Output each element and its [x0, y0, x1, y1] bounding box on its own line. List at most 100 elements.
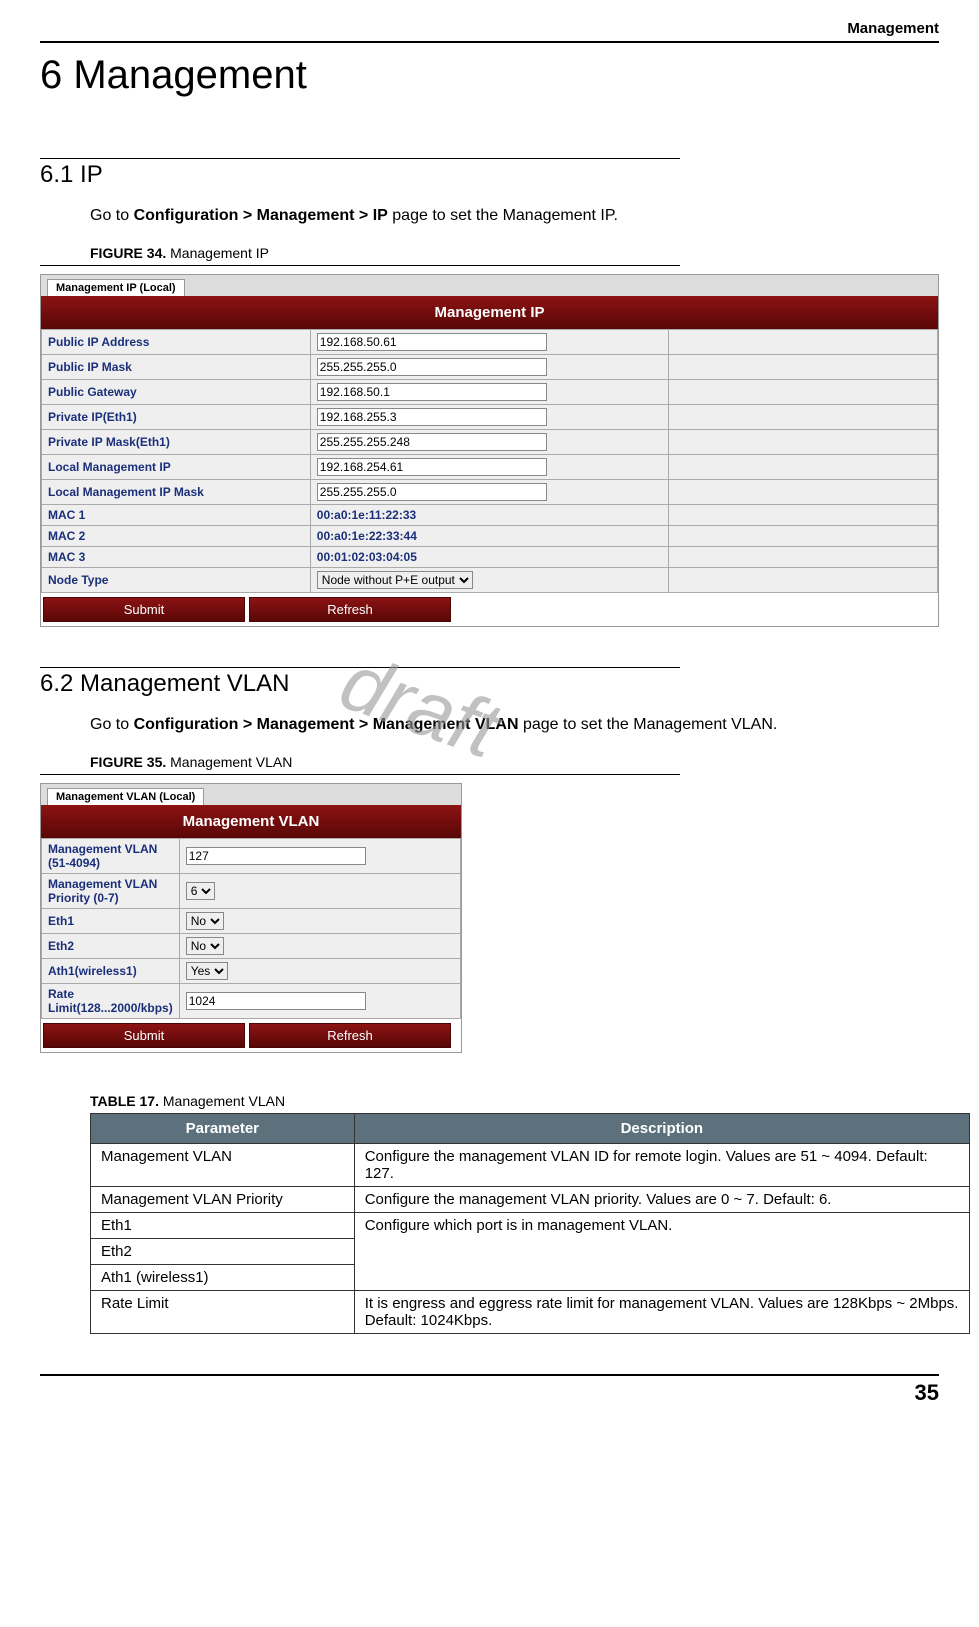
form-value-cell	[310, 430, 668, 455]
form-label: Rate Limit(128...2000/kbps)	[42, 984, 180, 1019]
figure-34-label: FIGURE 34. Management IP	[90, 245, 939, 261]
form-label: Management VLAN (51-4094)	[42, 839, 180, 874]
chapter-title: 6 Management	[40, 53, 939, 98]
readonly-value: 00:a0:1e:11:22:33	[317, 508, 416, 522]
form-label: Private IP Mask(Eth1)	[42, 430, 311, 455]
param-cell: Rate Limit	[91, 1291, 355, 1334]
table-row: Management VLANConfigure the management …	[91, 1144, 970, 1187]
form-value-cell: 00:01:02:03:04:05	[310, 547, 668, 568]
form-label: Private IP(Eth1)	[42, 405, 311, 430]
param-cell: Ath1 (wireless1)	[91, 1265, 355, 1291]
instr-bold: Configuration > Management > Management …	[134, 716, 519, 733]
section-vlan-instruction: Go to Configuration > Management > Manag…	[90, 716, 939, 734]
desc-cell: Configure the management VLAN priority. …	[354, 1187, 969, 1213]
refresh-button[interactable]: Refresh	[249, 597, 451, 622]
readonly-value: 00:01:02:03:04:05	[317, 550, 417, 564]
form-row: Rate Limit(128...2000/kbps)	[42, 984, 461, 1019]
desc-cell: Configure the management VLAN ID for rem…	[354, 1144, 969, 1187]
select-input[interactable]: No	[186, 937, 224, 955]
spacer-cell	[669, 526, 938, 547]
form-value-cell	[310, 355, 668, 380]
form-row: Local Management IP	[42, 455, 938, 480]
text-input[interactable]	[317, 433, 548, 451]
text-input[interactable]	[317, 458, 548, 476]
submit-button[interactable]: Submit	[43, 1023, 245, 1048]
form-row: Private IP Mask(Eth1)	[42, 430, 938, 455]
form-row: Local Management IP Mask	[42, 480, 938, 505]
button-row: SubmitRefresh	[41, 593, 938, 626]
text-input[interactable]	[317, 383, 548, 401]
text-input[interactable]	[317, 333, 548, 351]
form-table: Public IP AddressPublic IP MaskPublic Ga…	[41, 329, 938, 593]
running-header: Management	[40, 20, 939, 43]
form-row: Node Type Node without P+E output	[42, 568, 938, 593]
form-label: MAC 1	[42, 505, 311, 526]
form-row: MAC 3 00:01:02:03:04:05	[42, 547, 938, 568]
figure-35-strong: FIGURE 35.	[90, 754, 166, 770]
spacer-cell	[669, 455, 938, 480]
table-17: ParameterDescriptionManagement VLANConfi…	[90, 1113, 970, 1334]
figure-34-rest: Management IP	[166, 245, 269, 261]
form-row: Eth1 No	[42, 909, 461, 934]
form-label: Local Management IP Mask	[42, 480, 311, 505]
section-rule	[40, 667, 680, 668]
instr-pre: Go to	[90, 207, 134, 224]
text-input[interactable]	[186, 847, 366, 865]
form-value-cell: Node without P+E output	[310, 568, 668, 593]
select-input[interactable]: Yes	[186, 962, 228, 980]
instr-post: page to set the Management VLAN.	[519, 716, 778, 733]
form-label: MAC 3	[42, 547, 311, 568]
figure-34-strong: FIGURE 34.	[90, 245, 166, 261]
panel-banner: Management IP	[41, 296, 938, 329]
figure-rule	[40, 265, 680, 266]
form-value-cell	[310, 480, 668, 505]
form-value-cell	[310, 405, 668, 430]
tab-strip: Management VLAN (Local)	[41, 784, 461, 805]
tab[interactable]: Management IP (Local)	[47, 279, 185, 296]
form-label: Public Gateway	[42, 380, 311, 405]
instr-pre: Go to	[90, 716, 134, 733]
form-label: Eth2	[42, 934, 180, 959]
form-label: MAC 2	[42, 526, 311, 547]
text-input[interactable]	[317, 483, 548, 501]
figure-35-rest: Management VLAN	[166, 754, 292, 770]
form-value-cell: No	[179, 934, 460, 959]
form-value-cell: 6	[179, 874, 460, 909]
refresh-button[interactable]: Refresh	[249, 1023, 451, 1048]
section-vlan-heading: 6.2 Management VLAN	[40, 670, 939, 698]
figure-35-label: FIGURE 35. Management VLAN	[90, 754, 939, 770]
form-label: Eth1	[42, 909, 180, 934]
readonly-value: 00:a0:1e:22:33:44	[317, 529, 417, 543]
instr-bold: Configuration > Management > IP	[134, 207, 388, 224]
text-input[interactable]	[186, 992, 366, 1010]
form-row: Public Gateway	[42, 380, 938, 405]
instr-post: page to set the Management IP.	[388, 207, 618, 224]
param-cell: Management VLAN	[91, 1144, 355, 1187]
text-input[interactable]	[317, 408, 548, 426]
desc-cell: It is engress and eggress rate limit for…	[354, 1291, 969, 1334]
submit-button[interactable]: Submit	[43, 597, 245, 622]
select-input[interactable]: No	[186, 912, 224, 930]
form-value-cell	[310, 330, 668, 355]
param-cell: Management VLAN Priority	[91, 1187, 355, 1213]
figure-rule	[40, 774, 680, 775]
text-input[interactable]	[317, 358, 548, 376]
spacer-cell	[669, 355, 938, 380]
button-row: SubmitRefresh	[41, 1019, 461, 1052]
form-value-cell: 00:a0:1e:11:22:33	[310, 505, 668, 526]
form-row: Public IP Mask	[42, 355, 938, 380]
section-ip-instruction: Go to Configuration > Management > IP pa…	[90, 207, 939, 225]
form-row: Private IP(Eth1)	[42, 405, 938, 430]
tab[interactable]: Management VLAN (Local)	[47, 788, 204, 805]
select-input[interactable]: 6	[186, 882, 215, 900]
form-row: Eth2 No	[42, 934, 461, 959]
tab-strip: Management IP (Local)	[41, 275, 938, 296]
section-rule	[40, 158, 680, 159]
form-row: Public IP Address	[42, 330, 938, 355]
form-label: Node Type	[42, 568, 311, 593]
form-row: Management VLAN (51-4094)	[42, 839, 461, 874]
select-input[interactable]: Node without P+E output	[317, 571, 473, 589]
form-value-cell: No	[179, 909, 460, 934]
form-row: Management VLAN Priority (0-7)6	[42, 874, 461, 909]
desc-cell: Configure which port is in management VL…	[354, 1213, 969, 1291]
